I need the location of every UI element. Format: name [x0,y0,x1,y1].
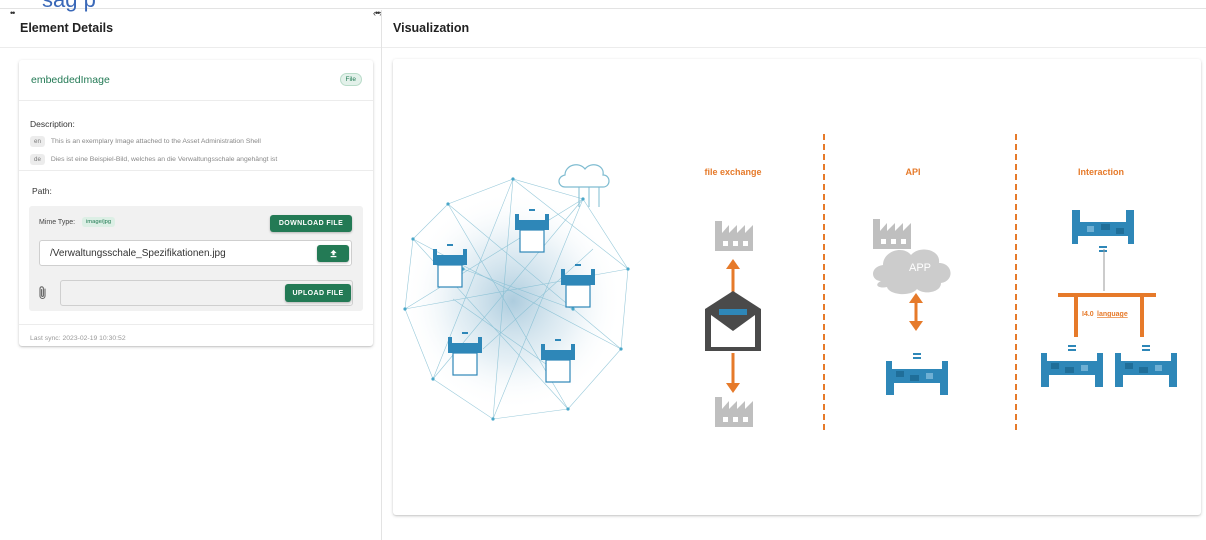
path-label: Path: [32,186,52,196]
file-path-field[interactable]: /Verwaltungsschale_Spezifikationen.jpg [39,240,352,266]
label-file-exchange: file exchange [704,167,761,177]
label-interaction: Interaction [1078,167,1124,177]
model-type-badge: File [339,73,362,86]
label-app: APP [909,262,931,274]
description-text: Dies ist eine Beispiel-Bild, welches an … [50,156,278,163]
language-chip: de [30,154,45,165]
divider [19,324,373,325]
divider [19,100,373,101]
open-file-button[interactable] [317,245,349,262]
file-path-section: Mime Type: image/jpg DOWNLOAD FILE /Verw… [29,206,363,311]
language-chip: en [30,136,45,147]
panel-title: Element Details [20,21,114,35]
divider [19,170,373,171]
download-file-button[interactable]: DOWNLOAD FILE [270,215,352,232]
description-text: This is an exemplary Image attached to t… [50,138,261,145]
label-i40: I4.0 [1082,311,1094,318]
description-row-en: en This is an exemplary Image attached t… [30,136,261,147]
label-language: language [1097,311,1128,318]
element-details-panel: Element Details embeddedImage File Descr… [0,10,381,540]
element-name: embeddedImage [31,74,110,86]
panel-header-divider [0,47,381,48]
upload-file-input[interactable]: UPLOAD FILE [60,280,353,306]
description-row-de: de Dies ist eine Beispiel-Bild, welches … [30,154,277,165]
label-api: API [905,167,920,177]
mime-type-badge: image/jpg [82,217,116,227]
element-card: embeddedImage File Description: en This … [19,60,373,346]
panel-title: Visualization [393,21,470,35]
paperclip-icon[interactable] [36,285,50,301]
upload-arrow-icon [329,249,337,258]
visualization-panel: Visualization file exchange API APP Inte… [382,10,1206,540]
description-label: Description: [30,119,75,129]
panel-header-divider [382,47,1206,48]
last-sync-text: Last sync: 2023-02-19 10:30:52 [30,335,126,342]
file-path-value: /Verwaltungsschale_Spezifikationen.jpg [50,248,226,259]
upload-file-button[interactable]: UPLOAD FILE [285,284,351,302]
mime-type-label: Mime Type: [39,219,76,226]
top-divider [0,0,1206,9]
aas-illustration: file exchange API APP Interaction I4.0 l… [403,134,1177,434]
visualization-image: file exchange API APP Interaction I4.0 l… [393,59,1201,515]
